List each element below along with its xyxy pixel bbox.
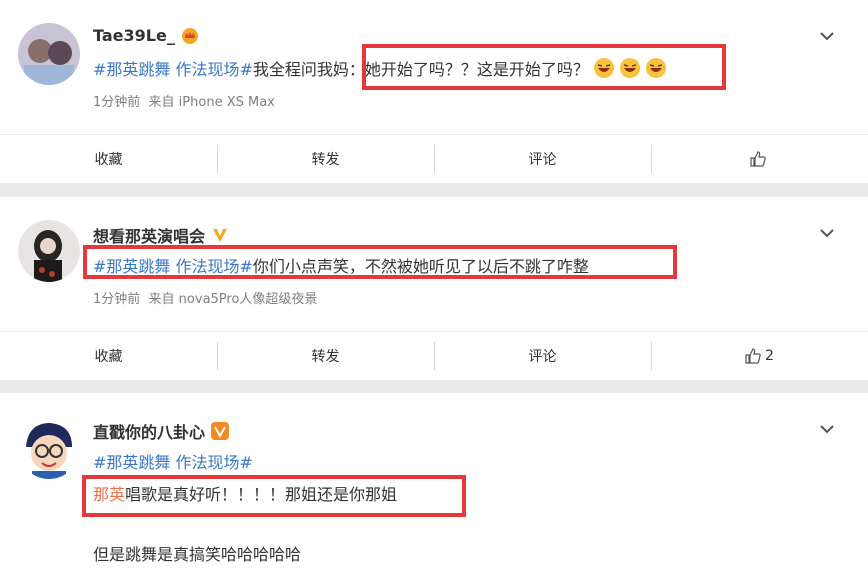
avatar[interactable] [18, 23, 80, 85]
post-source[interactable]: 来自 iPhone XS Max [149, 95, 275, 110]
highlight-box [362, 44, 726, 90]
verified-v-icon [213, 229, 228, 242]
post-text-line3: 但是跳舞是真搞笑哈哈哈哈哈 [93, 541, 301, 565]
chevron-down-icon[interactable] [818, 27, 836, 45]
repost-label: 转发 [311, 349, 340, 365]
thumbs-up-icon [745, 348, 761, 364]
topic-link[interactable]: #那英跳舞 作法现场# [93, 453, 253, 472]
chevron-down-icon[interactable] [818, 420, 836, 438]
repost-button[interactable]: 转发 [217, 332, 434, 380]
username[interactable]: 直戳你的八卦心 [93, 419, 230, 443]
post-card-1: Tae39Le_ #那英跳舞 作法现场#我全程问我妈：她开始了吗？？这是开始了吗… [0, 0, 868, 183]
collect-button[interactable]: 收藏 [0, 332, 217, 380]
username[interactable]: Tae39Le_ [93, 26, 199, 45]
like-button[interactable]: 2 [651, 332, 868, 380]
comment-label: 评论 [528, 152, 557, 168]
post-source[interactable]: 来自 nova5Pro人像超级夜景 [149, 292, 318, 307]
post-meta: 1分钟前 来自 iPhone XS Max [93, 91, 275, 110]
collect-label: 收藏 [94, 349, 123, 365]
post-topic: #那英跳舞 作法现场# [93, 449, 253, 473]
comment-button[interactable]: 评论 [434, 135, 651, 183]
action-bar: 收藏 转发 评论 2 [0, 331, 868, 380]
post-text-part: 我全程问我妈 [252, 60, 349, 79]
comment-button[interactable]: 评论 [434, 332, 651, 380]
comment-label: 评论 [528, 349, 557, 365]
post-text-part: 但是跳舞是真搞笑哈哈哈哈哈 [93, 545, 302, 564]
chevron-down-icon[interactable] [818, 224, 836, 242]
thumbs-up-icon [749, 151, 766, 167]
crown-icon [181, 27, 198, 44]
verified-v-icon [211, 422, 230, 440]
post-meta: 1分钟前 来自 nova5Pro人像超级夜景 [93, 288, 317, 307]
repost-label: 转发 [311, 152, 340, 168]
collect-button[interactable]: 收藏 [0, 135, 217, 183]
like-count: 2 [765, 348, 774, 364]
username-text[interactable]: 想看那英演唱会 [93, 223, 205, 247]
repost-button[interactable]: 转发 [217, 135, 434, 183]
highlight-box [83, 245, 677, 279]
action-bar: 收藏 转发 评论 [0, 134, 868, 183]
post-card-2: 想看那英演唱会 #那英跳舞 作法现场#你们小点声笑，不然被她听见了以后不跳了咋整… [0, 197, 868, 380]
username-text[interactable]: Tae39Le_ [93, 26, 175, 45]
avatar[interactable] [18, 220, 80, 282]
username-text[interactable]: 直戳你的八卦心 [93, 419, 205, 443]
username[interactable]: 想看那英演唱会 [93, 223, 229, 247]
like-button[interactable] [651, 135, 868, 183]
collect-label: 收藏 [94, 152, 123, 168]
avatar[interactable] [18, 417, 80, 479]
highlight-box [82, 475, 466, 517]
post-time[interactable]: 1分钟前 [93, 292, 140, 307]
topic-link[interactable]: #那英跳舞 作法现场# [93, 60, 253, 79]
post-card-3: 直戳你的八卦心 #那英跳舞 作法现场# 那英唱歌是真好听！！！！那姐还是你那姐 … [0, 393, 868, 573]
post-time[interactable]: 1分钟前 [93, 95, 140, 110]
